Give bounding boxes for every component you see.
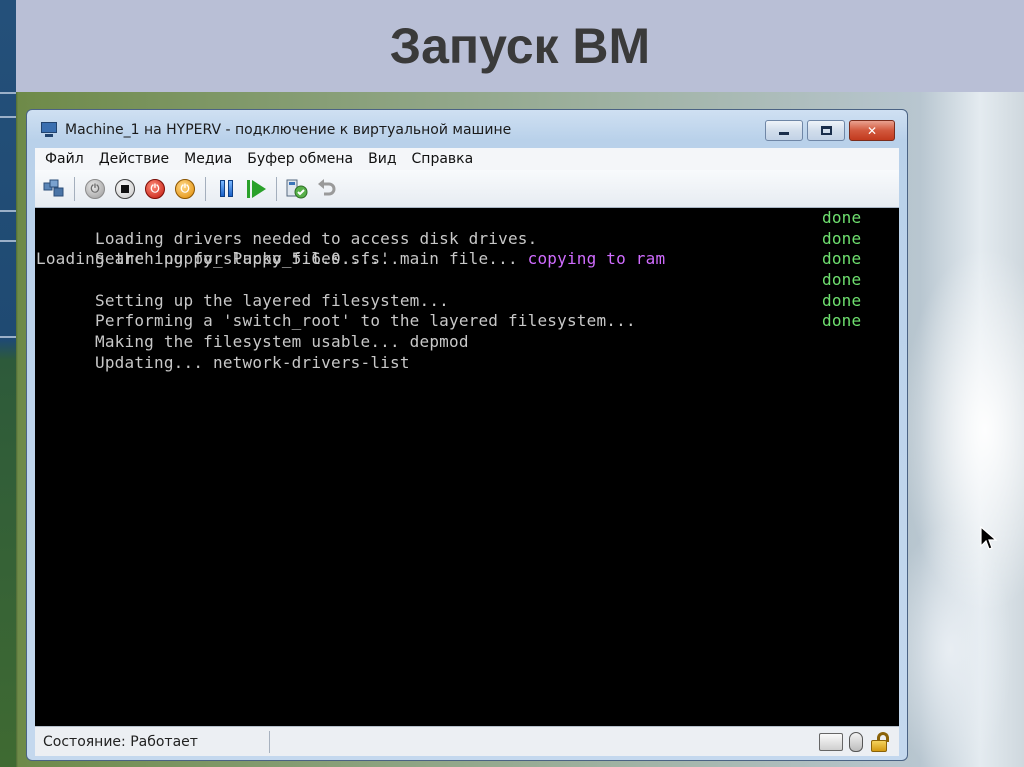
console-line: Loading drivers needed to access disk dr… bbox=[36, 208, 899, 248]
menu-media[interactable]: Медиа bbox=[184, 151, 232, 167]
toolbar-separator bbox=[74, 176, 75, 201]
slide-title: Запуск ВМ bbox=[389, 18, 651, 74]
menu-clipboard[interactable]: Буфер обмена bbox=[247, 151, 353, 167]
pause-icon bbox=[219, 180, 233, 197]
status-bar: Состояние: Работает bbox=[35, 726, 899, 756]
console-line: Making the filesystem usable... depmod d… bbox=[36, 311, 899, 351]
console-line: Updating... network-drivers-list bbox=[36, 332, 899, 372]
mouse-icon bbox=[849, 732, 863, 752]
keyboard-icon bbox=[819, 733, 843, 751]
ctrl-alt-del-button[interactable] bbox=[39, 174, 69, 204]
console-line-text: Loading the 'puppy_slacko_5.6.0.sfs' mai… bbox=[36, 249, 528, 269]
save-state-button[interactable]: ⏻ bbox=[170, 174, 200, 204]
shutdown-button[interactable]: ⏻ bbox=[140, 174, 170, 204]
mouse-cursor-icon bbox=[980, 526, 998, 550]
vm-connect-icon bbox=[39, 122, 59, 138]
ctrl-alt-del-icon bbox=[43, 179, 64, 196]
revert-icon bbox=[318, 178, 336, 195]
console-line-status: done bbox=[822, 208, 862, 227]
status-divider bbox=[269, 731, 270, 753]
window-controls: ✕ bbox=[765, 120, 895, 141]
console-line: Searching for Puppy files...... done bbox=[36, 228, 899, 269]
slide-left-bar-segment bbox=[0, 116, 16, 118]
vm-connection-window: Machine_1 на HYPERV - подключение к вирт… bbox=[26, 109, 908, 761]
console-line-status: done bbox=[822, 311, 862, 331]
toolbar-separator bbox=[276, 176, 277, 201]
snapshot-button[interactable] bbox=[282, 174, 312, 204]
lock-icon bbox=[869, 732, 893, 752]
window-title: Machine_1 на HYPERV - подключение к вирт… bbox=[65, 122, 512, 138]
menu-file[interactable]: Файл bbox=[45, 151, 84, 167]
menu-help[interactable]: Справка bbox=[412, 151, 474, 167]
power-on-icon: ⏻ bbox=[85, 178, 105, 199]
close-button[interactable]: ✕ bbox=[849, 120, 895, 141]
console-line-status: done bbox=[822, 249, 862, 269]
status-icons bbox=[819, 732, 893, 752]
window-titlebar[interactable]: Machine_1 на HYPERV - подключение к вирт… bbox=[27, 110, 907, 150]
close-icon: ✕ bbox=[866, 123, 878, 138]
menu-view[interactable]: Вид bbox=[368, 151, 396, 167]
console-line: Performing a 'switch_root' to the layere… bbox=[36, 290, 899, 331]
vm-status-text: Состояние: Работает bbox=[43, 733, 198, 750]
console-line-status: done bbox=[822, 228, 862, 248]
menu-bar: Файл Действие Медиа Буфер обмена Вид Спр… bbox=[35, 148, 899, 170]
snapshot-icon bbox=[286, 179, 308, 198]
vm-console-screen[interactable]: Loading drivers needed to access disk dr… bbox=[35, 208, 899, 726]
toolbar: ⏻ ⏻ ⏻ bbox=[35, 170, 899, 208]
slide-left-bar bbox=[0, 0, 16, 767]
resume-button[interactable] bbox=[241, 174, 271, 204]
pause-button[interactable] bbox=[211, 174, 241, 204]
slide-left-bar-segment bbox=[0, 92, 16, 94]
resume-icon bbox=[246, 179, 266, 198]
console-line-highlight: copying to ram bbox=[527, 249, 666, 269]
slide-left-bar-segment bbox=[0, 336, 16, 338]
minimize-icon bbox=[779, 132, 789, 135]
console-line: Setting up the layered filesystem... don… bbox=[36, 270, 899, 310]
stop-icon bbox=[115, 178, 135, 199]
console-line-text: Updating... network-drivers-list bbox=[95, 352, 410, 372]
slide-header: Запуск ВМ bbox=[16, 0, 1024, 92]
start-button[interactable]: ⏻ bbox=[80, 174, 110, 204]
console-line-status: done bbox=[822, 290, 862, 310]
toolbar-separator bbox=[205, 176, 206, 201]
console-line-status: done bbox=[822, 270, 862, 290]
save-icon: ⏻ bbox=[175, 178, 195, 199]
minimize-button[interactable] bbox=[765, 120, 803, 141]
slide-left-bar-segment bbox=[0, 240, 16, 242]
shutdown-icon: ⏻ bbox=[145, 178, 165, 199]
maximize-button[interactable] bbox=[807, 120, 845, 141]
slide-left-bar-segment bbox=[0, 210, 16, 212]
turn-off-button[interactable] bbox=[110, 174, 140, 204]
menu-action[interactable]: Действие bbox=[99, 151, 169, 167]
maximize-icon bbox=[820, 126, 832, 135]
console-line: Loading the 'puppy_slacko_5.6.0.sfs' mai… bbox=[36, 249, 899, 270]
revert-button[interactable] bbox=[312, 174, 342, 204]
